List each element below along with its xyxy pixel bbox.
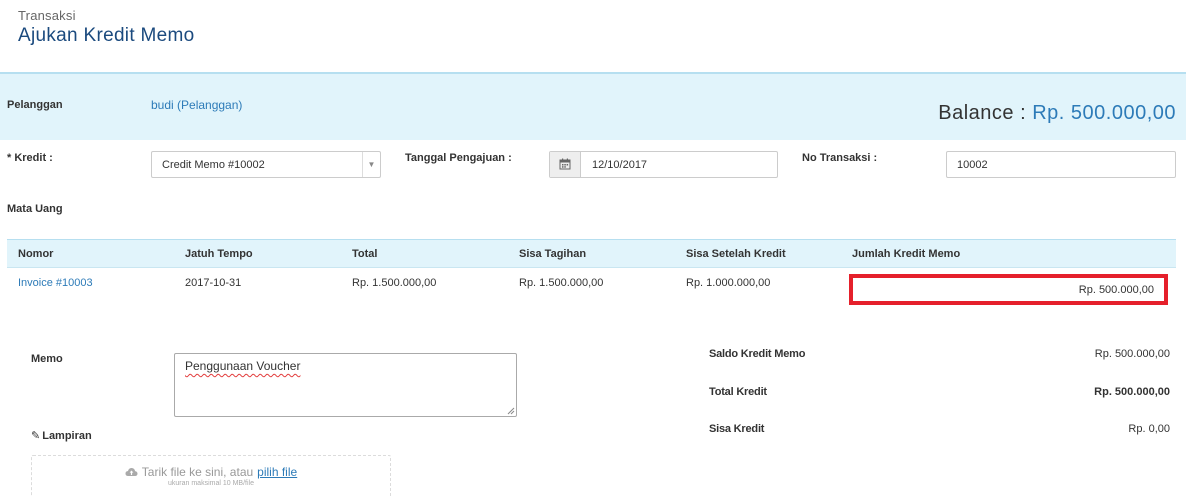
breadcrumb[interactable]: Transaksi: [18, 8, 194, 23]
kredit-select-value: Credit Memo #10002: [162, 159, 265, 171]
cell-sisa-setelah-kredit: Rp. 1.000.000,00: [686, 277, 771, 289]
col-jatuh-tempo: Jatuh Tempo: [185, 248, 253, 260]
dropzone-main: Tarik file ke sini, atau pilih file: [32, 465, 390, 479]
cell-sisa-tagihan: Rp. 1.500.000,00: [519, 277, 604, 289]
page-header: Transaksi Ajukan Kredit Memo: [18, 8, 194, 47]
calendar-icon[interactable]: [550, 152, 581, 177]
saldo-kredit-memo-label: Saldo Kredit Memo: [709, 348, 806, 360]
col-jumlah-kredit-memo: Jumlah Kredit Memo: [852, 248, 961, 260]
invoice-link[interactable]: Invoice #10003: [18, 277, 93, 289]
dropzone-hint: ukuran maksimal 10 MB/file: [168, 480, 254, 487]
col-nomor: Nomor: [18, 248, 54, 260]
customer-band: Pelanggan budi (Pelanggan) Balance : Rp.…: [0, 72, 1186, 140]
saldo-kredit-memo-value: Rp. 500.000,00: [1094, 348, 1170, 360]
table-header: Nomor Jatuh Tempo Total Sisa Tagihan Sis…: [7, 239, 1176, 268]
total-kredit-label: Total Kredit: [709, 386, 767, 398]
file-dropzone[interactable]: Tarik file ke sini, atau pilih file ukur…: [31, 455, 391, 496]
mata-uang-label: Mata Uang: [7, 203, 63, 215]
col-sisa-setelah-kredit: Sisa Setelah Kredit: [686, 248, 786, 260]
sisa-kredit-value: Rp. 0,00: [1128, 423, 1170, 435]
jumlah-kredit-memo-input[interactable]: Rp. 500.000,00: [849, 274, 1168, 305]
cell-total: Rp. 1.500.000,00: [352, 277, 437, 289]
customer-label: Pelanggan: [7, 99, 63, 111]
total-kredit-value: Rp. 500.000,00: [1094, 386, 1170, 398]
lampiran-label-group: ✎ Lampiran: [31, 429, 92, 443]
lampiran-label: Lampiran: [42, 429, 92, 442]
balance-amount: Rp. 500.000,00: [1032, 102, 1176, 124]
tanggal-label: Tanggal Pengajuan :: [405, 152, 512, 164]
table-row: Invoice #10003 2017-10-31 Rp. 1.500.000,…: [7, 268, 1176, 308]
pick-file-link[interactable]: pilih file: [257, 465, 297, 479]
no-transaksi-input[interactable]: 10002: [946, 151, 1176, 178]
no-transaksi-label: No Transaksi :: [802, 152, 878, 164]
memo-text: Penggunaan Voucher: [185, 359, 301, 373]
sisa-kredit-label: Sisa Kredit: [709, 423, 765, 435]
col-total: Total: [352, 248, 378, 260]
page-title: Ajukan Kredit Memo: [18, 25, 195, 46]
dropzone-text: Tarik file ke sini, atau: [141, 465, 254, 479]
jumlah-kredit-memo-value: Rp. 500.000,00: [1078, 284, 1154, 296]
kredit-select[interactable]: Credit Memo #10002 ▼: [151, 151, 381, 178]
memo-label: Memo: [31, 353, 63, 365]
tanggal-date-field[interactable]: 12/10/2017: [549, 151, 778, 178]
balance-display: Balance : Rp. 500.000,00: [938, 102, 1176, 125]
caret-down-icon: ▼: [362, 152, 380, 177]
balance-label: Balance :: [938, 102, 1027, 124]
cell-jatuh-tempo: 2017-10-31: [185, 277, 242, 289]
invoice-table: Nomor Jatuh Tempo Total Sisa Tagihan Sis…: [7, 239, 1176, 308]
paperclip-icon: ✎: [31, 430, 41, 442]
kredit-label: * Kredit :: [7, 152, 53, 164]
memo-textarea[interactable]: Penggunaan Voucher: [174, 353, 517, 417]
customer-name-link[interactable]: budi (Pelanggan): [151, 98, 242, 112]
cloud-upload-icon: [125, 468, 138, 476]
col-sisa-tagihan: Sisa Tagihan: [519, 248, 587, 260]
tanggal-value: 12/10/2017: [592, 159, 648, 171]
resize-grip-icon[interactable]: [507, 407, 515, 415]
